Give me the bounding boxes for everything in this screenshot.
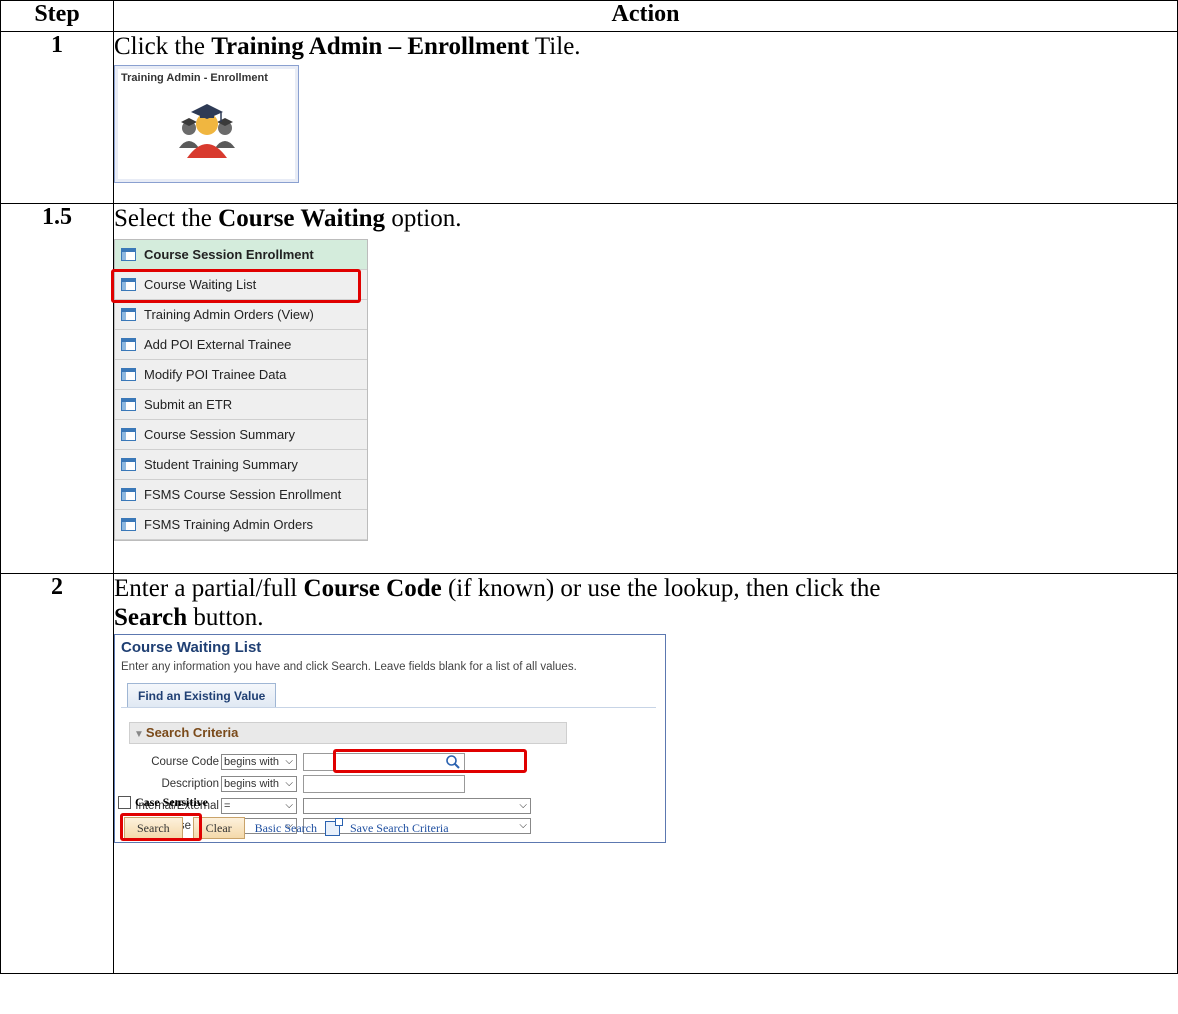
step-row: 1.5 Select the Course Waiting option. Co… bbox=[0, 203, 1178, 574]
menu-item-add-poi-external-trainee[interactable]: Add POI External Trainee bbox=[115, 330, 367, 360]
chevron-down-icon: ⌵ bbox=[519, 800, 527, 811]
header-row: Step Action bbox=[0, 0, 1178, 32]
step-number: 1.5 bbox=[0, 203, 114, 574]
description-operator-select[interactable]: begins with ⌵ bbox=[221, 776, 297, 792]
course-session-menu: Course Session Enrollment Course Waiting… bbox=[111, 239, 368, 541]
collapse-triangle-icon: ▼ bbox=[134, 729, 144, 740]
page-icon bbox=[121, 428, 136, 441]
tab-divider bbox=[121, 707, 656, 708]
instruction-text-continued: Search button. bbox=[114, 604, 264, 631]
search-instructions: Enter any information you have and click… bbox=[121, 661, 577, 673]
chevron-down-icon: ⌵ bbox=[285, 800, 293, 811]
course-waiting-list-search-panel: Course Waiting List Enter any informatio… bbox=[114, 634, 666, 843]
chevron-down-icon: ⌵ bbox=[519, 820, 527, 831]
action-header: Action bbox=[113, 0, 1178, 32]
page-icon bbox=[121, 308, 136, 321]
graduates-icon bbox=[177, 102, 237, 167]
page-icon bbox=[121, 518, 136, 531]
instruction-text: Click the Training Admin – Enrollment Ti… bbox=[114, 33, 581, 60]
basic-search-link[interactable]: Basic Search bbox=[255, 821, 317, 836]
menu-item-fsms-course-session-enrollment[interactable]: FSMS Course Session Enrollment bbox=[115, 480, 367, 510]
field-row-description: Description begins with ⌵ bbox=[115, 775, 465, 793]
page-icon bbox=[121, 248, 136, 261]
checkbox-box[interactable] bbox=[118, 796, 131, 809]
tile-title: Training Admin - Enrollment bbox=[121, 72, 268, 84]
action-cell: Click the Training Admin – Enrollment Ti… bbox=[113, 31, 1178, 204]
step-header: Step bbox=[0, 0, 114, 32]
internal-external-operator-select[interactable]: = ⌵ bbox=[221, 798, 297, 814]
tab-find-existing-value[interactable]: Find an Existing Value bbox=[127, 683, 277, 708]
case-sensitive-checkbox[interactable]: Case Sensitive bbox=[118, 795, 208, 810]
save-search-criteria-link[interactable]: Save Search Criteria bbox=[350, 821, 449, 836]
action-cell: Select the Course Waiting option. Course… bbox=[111, 203, 1178, 574]
menu-item-fsms-training-admin-orders[interactable]: FSMS Training Admin Orders bbox=[115, 510, 367, 540]
description-input[interactable] bbox=[303, 775, 465, 793]
menu-item-course-session-summary[interactable]: Course Session Summary bbox=[115, 420, 367, 450]
menu-item-modify-poi-trainee-data[interactable]: Modify POI Trainee Data bbox=[115, 360, 367, 390]
page-icon bbox=[121, 458, 136, 471]
page-icon bbox=[121, 338, 136, 351]
page-title: Course Waiting List bbox=[121, 639, 262, 656]
instruction-text: Enter a partial/full Course Code (if kno… bbox=[114, 575, 881, 602]
course-code-operator-select[interactable]: begins with ⌵ bbox=[221, 754, 297, 770]
step-row: 1 Click the Training Admin – Enrollment … bbox=[0, 31, 1178, 204]
field-label: Course Code bbox=[151, 756, 219, 768]
training-admin-enrollment-tile[interactable]: Training Admin - Enrollment bbox=[114, 65, 299, 183]
page-icon bbox=[121, 488, 136, 501]
instruction-table: Step Action 1 Click the Training Admin –… bbox=[0, 0, 1178, 974]
page-icon bbox=[121, 398, 136, 411]
step-number: 1 bbox=[0, 31, 114, 204]
save-search-icon[interactable] bbox=[324, 817, 343, 836]
highlight-box bbox=[111, 269, 361, 303]
highlight-box bbox=[333, 749, 527, 773]
step-number: 2 bbox=[0, 573, 114, 974]
menu-item-student-training-summary[interactable]: Student Training Summary bbox=[115, 450, 367, 480]
page-icon bbox=[121, 368, 136, 381]
step-row: 2 Enter a partial/full Course Code (if k… bbox=[0, 573, 1178, 974]
menu-item-course-session-enrollment[interactable]: Course Session Enrollment bbox=[115, 240, 367, 270]
internal-external-value-select[interactable]: ⌵ bbox=[303, 798, 531, 814]
instruction-text: Select the Course Waiting option. bbox=[114, 205, 462, 232]
menu-item-training-admin-orders-view[interactable]: Training Admin Orders (View) bbox=[115, 300, 367, 330]
highlight-box bbox=[120, 813, 202, 841]
menu-item-submit-an-etr[interactable]: Submit an ETR bbox=[115, 390, 367, 420]
field-label: Description bbox=[161, 778, 219, 790]
chevron-down-icon: ⌵ bbox=[285, 778, 293, 789]
search-criteria-header[interactable]: ▼ Search Criteria bbox=[129, 722, 567, 744]
chevron-down-icon: ⌵ bbox=[285, 756, 293, 767]
action-cell: Enter a partial/full Course Code (if kno… bbox=[113, 573, 1178, 974]
